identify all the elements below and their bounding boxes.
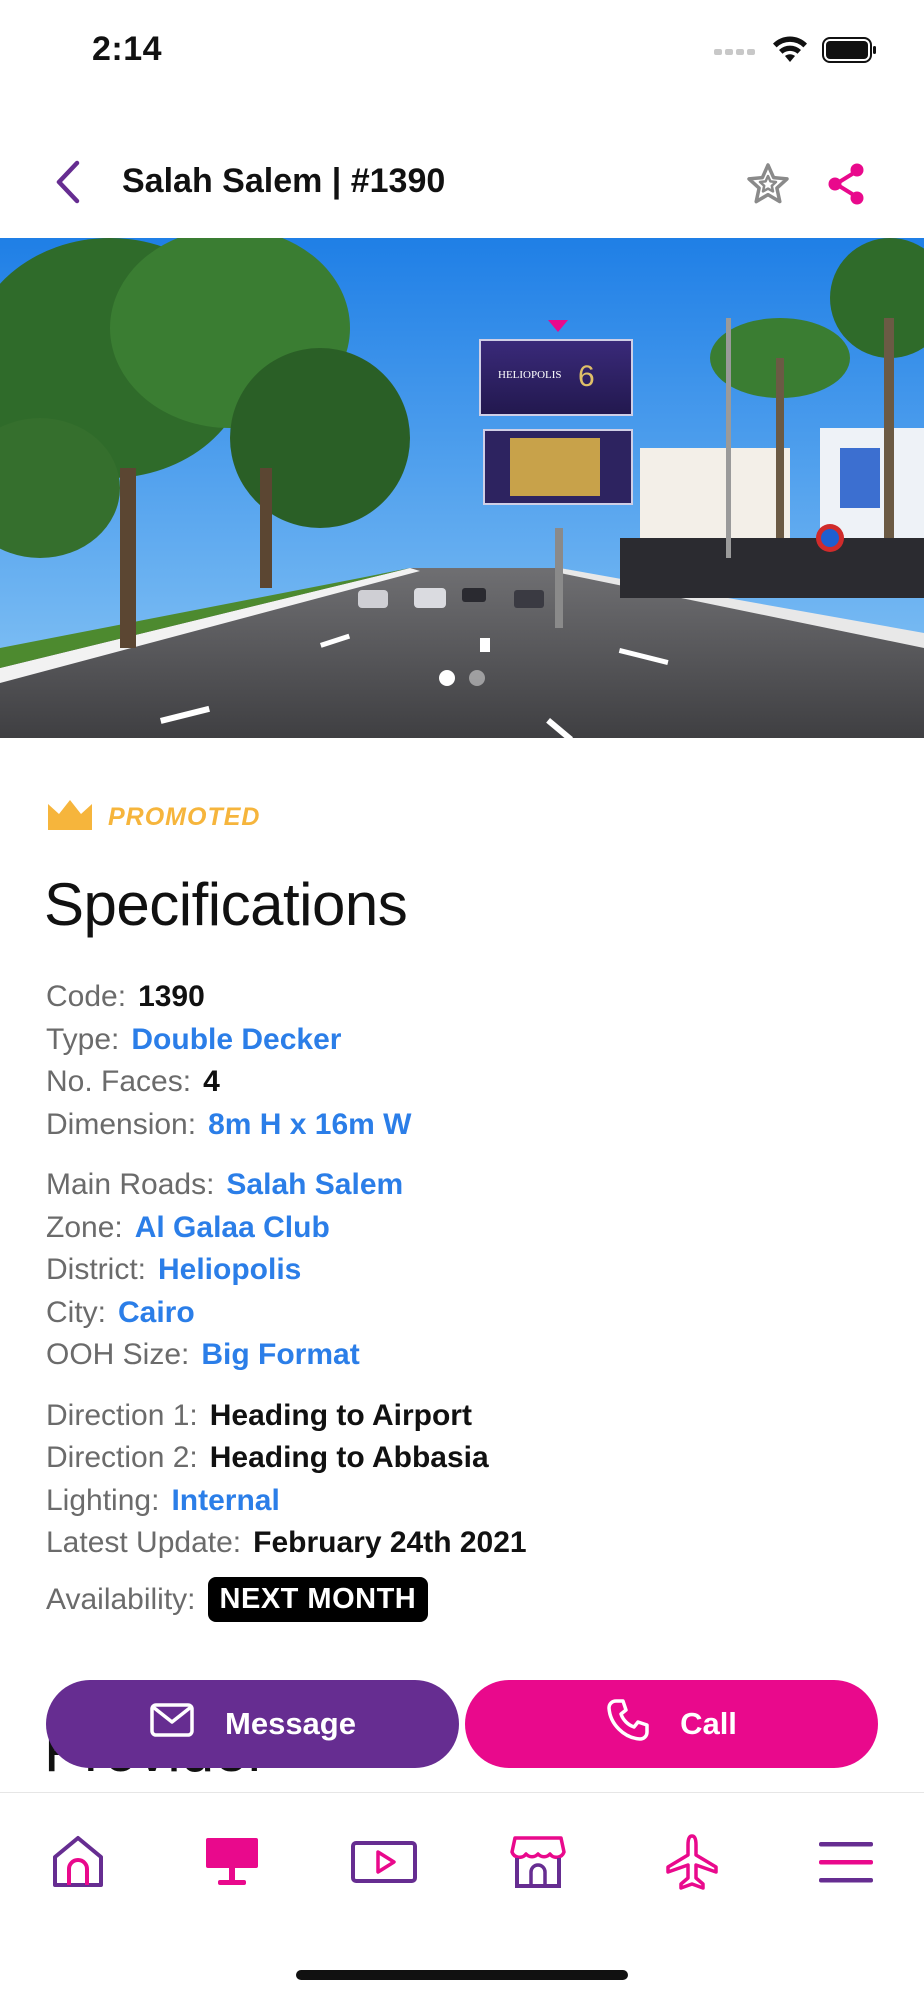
tab-store[interactable] <box>502 1829 574 1899</box>
gallery-pagination <box>0 670 924 686</box>
battery-icon <box>822 36 878 69</box>
status-icons <box>714 36 878 69</box>
spec-key: No. Faces: <box>46 1065 192 1099</box>
spec-value-latest-update: February 24th 2021 <box>253 1526 527 1560</box>
spec-row-city: City: Cairo <box>46 1292 886 1335</box>
spec-row-zone: Zone: Al Galaa Club <box>46 1207 886 1250</box>
star-icon <box>745 162 791 211</box>
navigation-header: Salah Salem | #1390 <box>0 140 924 228</box>
tab-home[interactable] <box>42 1829 114 1899</box>
tab-billboards[interactable] <box>196 1829 268 1899</box>
spec-value-ooh-size-link[interactable]: Big Format <box>201 1338 359 1372</box>
spec-value-type-link[interactable]: Double Decker <box>131 1023 341 1057</box>
back-button[interactable] <box>40 154 96 214</box>
call-button[interactable]: Call <box>465 1680 878 1768</box>
spec-key: Type: <box>46 1022 120 1056</box>
share-icon <box>825 161 867 212</box>
billboard-photo: HELIOPOLIS 6 <box>0 238 924 738</box>
message-button-label: Message <box>225 1706 356 1741</box>
contact-actions: Message Call <box>46 1680 878 1768</box>
spec-row-faces: No. Faces: 4 <box>46 1061 886 1104</box>
spec-row-direction-2: Direction 2: Heading to Abbasia <box>46 1437 886 1480</box>
svg-text:6: 6 <box>578 360 595 393</box>
cellular-signal-icon <box>714 44 758 62</box>
spec-row-latest-update: Latest Update: February 24th 2021 <box>46 1522 886 1565</box>
spec-value-direction-1: Heading to Airport <box>209 1398 472 1432</box>
tab-airports[interactable] <box>656 1829 728 1899</box>
spec-value-city-link[interactable]: Cairo <box>118 1296 195 1330</box>
spec-key: Main Roads: <box>46 1168 215 1202</box>
billboard-icon <box>202 1834 262 1895</box>
status-time: 2:14 <box>92 30 163 68</box>
page-title: Salah Salem | #1390 <box>122 162 446 200</box>
spec-key: Direction 1: <box>46 1398 198 1432</box>
spec-row-dimension: Dimension: 8m H x 16m W <box>46 1104 886 1147</box>
spec-row-code: Code: 1390 <box>46 976 886 1019</box>
spec-key: Dimension: <box>46 1107 197 1141</box>
home-icon <box>49 1833 107 1896</box>
spec-key: Availability: <box>46 1582 196 1616</box>
spec-value-zone-link[interactable]: Al Galaa Club <box>135 1211 330 1245</box>
video-icon <box>350 1840 418 1889</box>
share-button[interactable] <box>818 158 874 214</box>
promoted-label: PROMOTED <box>108 803 261 831</box>
image-gallery[interactable]: HELIOPOLIS 6 <box>0 238 924 738</box>
spec-key: OOH Size: <box>46 1338 190 1372</box>
envelope-icon <box>149 1702 195 1746</box>
svg-text:HELIOPOLIS: HELIOPOLIS <box>498 369 562 381</box>
wifi-icon <box>772 36 808 69</box>
store-icon <box>509 1834 567 1895</box>
spec-key: Code: <box>46 980 127 1014</box>
promoted-badge: PROMOTED <box>46 798 260 837</box>
spec-row-direction-1: Direction 1: Heading to Airport <box>46 1395 886 1438</box>
bottom-tab-bar <box>0 1792 924 2000</box>
spec-group-details: Direction 1: Heading to Airport Directio… <box>46 1395 886 1623</box>
specifications-title: Specifications <box>44 871 408 938</box>
specifications-list: Code: 1390 Type: Double Decker No. Faces… <box>46 976 886 1639</box>
spec-key: City: <box>46 1295 106 1329</box>
spec-value-direction-2: Heading to Abbasia <box>209 1441 489 1475</box>
spec-value-faces: 4 <box>203 1065 220 1099</box>
chevron-left-icon <box>53 159 83 210</box>
home-indicator <box>296 1970 628 1980</box>
spec-value-lighting-link[interactable]: Internal <box>171 1484 279 1518</box>
spec-key: District: <box>46 1253 146 1287</box>
spec-key: Zone: <box>46 1210 123 1244</box>
gallery-dot-2[interactable] <box>469 670 485 686</box>
spec-key: Latest Update: <box>46 1526 242 1560</box>
spec-row-type: Type: Double Decker <box>46 1019 886 1062</box>
message-button[interactable]: Message <box>46 1680 459 1768</box>
phone-icon <box>606 1698 650 1750</box>
airplane-icon <box>664 1833 720 1896</box>
spec-value-district-link[interactable]: Heliopolis <box>158 1253 301 1287</box>
menu-icon <box>817 1838 875 1891</box>
spec-group-basic: Code: 1390 Type: Double Decker No. Faces… <box>46 976 886 1146</box>
call-button-label: Call <box>680 1706 737 1741</box>
status-bar: 2:14 <box>0 0 924 100</box>
availability-badge: NEXT MONTH <box>207 1577 429 1623</box>
spec-value-dimension-link[interactable]: 8m H x 16m W <box>208 1108 411 1142</box>
spec-group-location: Main Roads: Salah Salem Zone: Al Galaa C… <box>46 1164 886 1377</box>
spec-value-main-roads-link[interactable]: Salah Salem <box>226 1168 403 1202</box>
favorite-button[interactable] <box>740 158 796 214</box>
spec-row-district: District: Heliopolis <box>46 1249 886 1292</box>
tab-menu[interactable] <box>810 1829 882 1899</box>
spec-row-availability: Availability: NEXT MONTH <box>46 1577 886 1623</box>
spec-key: Lighting: <box>46 1483 160 1517</box>
spec-row-main-roads: Main Roads: Salah Salem <box>46 1164 886 1207</box>
spec-row-ooh-size: OOH Size: Big Format <box>46 1334 886 1377</box>
spec-row-lighting: Lighting: Internal <box>46 1480 886 1523</box>
gallery-dot-1[interactable] <box>439 670 455 686</box>
crown-icon <box>46 798 94 837</box>
spec-value-code: 1390 <box>138 980 205 1014</box>
tab-videos[interactable] <box>348 1829 420 1899</box>
spec-key: Direction 2: <box>46 1441 198 1475</box>
